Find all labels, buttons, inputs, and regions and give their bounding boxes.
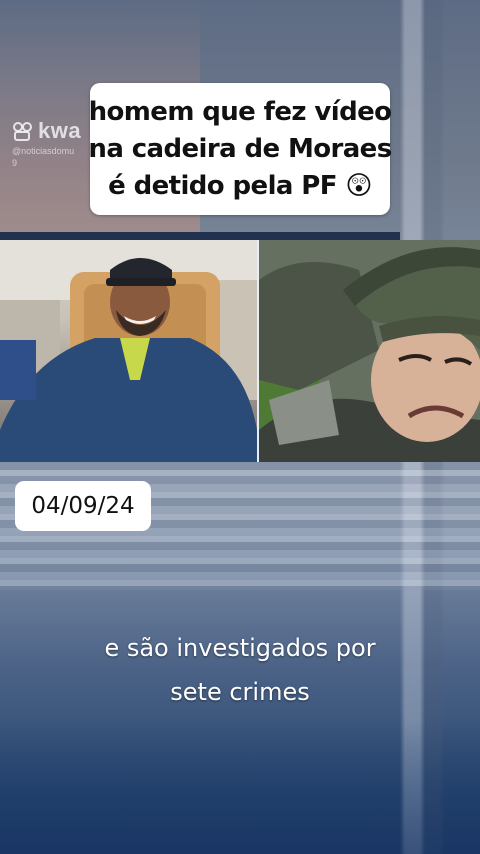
- headline-line-1: homem que fez vídeo: [88, 96, 392, 127]
- man-on-chair-illustration: [0, 240, 257, 462]
- subtitle-caption: e são investigados por sete crimes: [0, 626, 480, 714]
- watermark-app-name: kwa: [38, 118, 82, 143]
- video-frame-top-bar: [0, 232, 400, 240]
- headline-line-2: na cadeira de Moraes: [88, 133, 392, 164]
- background-bottom-gradient: [0, 720, 480, 854]
- headline-box: homem que fez vídeo na cadeira de Moraes…: [88, 83, 392, 215]
- man-in-hat-illustration: [259, 240, 480, 462]
- watermark-handle: @noticiasdomu: [12, 146, 75, 156]
- headline-line-3: é detido pela PF 😲: [108, 170, 372, 201]
- kwai-logo-icon: [13, 122, 32, 141]
- caption-line-1: e são investigados por: [104, 634, 376, 662]
- app-watermark: kwa @noticiasdomu 9: [12, 118, 81, 168]
- video-panel-left[interactable]: [0, 240, 257, 462]
- caption-line-2: sete crimes: [170, 678, 310, 706]
- video-panel-right[interactable]: [259, 240, 480, 462]
- watermark-logo: kwa: [12, 118, 81, 144]
- date-badge: 04/09/24: [15, 481, 151, 531]
- watermark-handle-sub: 9: [12, 158, 18, 168]
